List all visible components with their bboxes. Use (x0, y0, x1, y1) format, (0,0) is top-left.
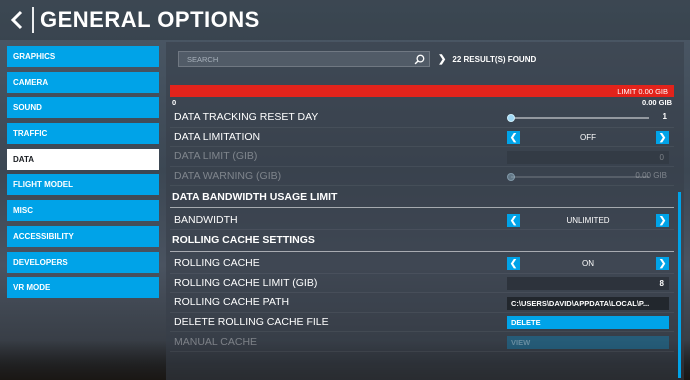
page-title: GENERAL OPTIONS (40, 7, 260, 32)
sidebar-item-data[interactable]: DATA (7, 148, 159, 170)
setting-label: DELETE ROLLING CACHE FILE (174, 316, 329, 329)
back-button[interactable] (6, 9, 28, 31)
selector-value: OFF (580, 133, 596, 143)
setting-row-tracking-reset: DATA TRACKING RESET DAY 1 (170, 108, 674, 128)
setting-row-data-warning: DATA WARNING (GIB) 0.00 GIB (170, 167, 674, 187)
next-option-button[interactable]: ❯ (656, 131, 669, 145)
sidebar-item-traffic[interactable]: TRAFFIC (7, 123, 159, 145)
chevron-right-icon: ❯ (658, 214, 667, 225)
setting-label: ROLLING CACHE LIMIT (GIB) (174, 276, 318, 289)
setting-row-data-limit: DATA LIMIT (GIB) 0 (170, 147, 674, 167)
section-header-rolling-cache: ROLLING CACHE SETTINGS (170, 230, 674, 252)
setting-label: MANUAL CACHE (174, 335, 258, 348)
data-limitation-control: ❮ OFF ❯ (507, 131, 669, 145)
chevron-right-icon: ❯ (658, 132, 667, 143)
settings-list: LIMIT 0.00 GIB 0 0.00 GIB DATA TRACKING … (170, 85, 674, 352)
setting-row-rolling-cache: ROLLING CACHE ❮ ON ❯ (170, 254, 674, 274)
view-manual-cache-button: VIEW (507, 335, 669, 349)
bandwidth-selector: ❮ UNLIMITED ❯ (507, 213, 669, 227)
next-option-button[interactable]: ❯ (656, 213, 669, 227)
chevron-left-icon (10, 10, 23, 30)
sidebar-item-graphics[interactable]: GRAPHICS (7, 46, 159, 67)
delete-cache-control: DELETE (507, 316, 669, 330)
search-icon[interactable] (414, 54, 425, 65)
slider-value: 1 (662, 112, 667, 121)
setting-label: ROLLING CACHE (174, 257, 260, 270)
sidebar-item-flight-model[interactable]: FLIGHT MODEL (7, 174, 159, 196)
sidebar-item-misc[interactable]: MISC (7, 200, 159, 222)
chevron-left-icon: ❮ (509, 258, 518, 269)
setting-row-data-limitation: DATA LIMITATION ❮ OFF ❯ (170, 128, 674, 148)
sidebar-item-camera[interactable]: CAMERA (7, 71, 159, 93)
cache-path-field[interactable]: C:\USERS\DAVID\APPDATA\LOCAL\P... (507, 296, 669, 310)
sidebar-item-developers[interactable]: DEVELOPERS (7, 251, 159, 273)
next-option-button[interactable]: ❯ (656, 257, 669, 271)
chevron-right-icon: ❯ (658, 258, 667, 269)
cache-limit-control: 8 (507, 277, 669, 291)
sidebar-item-vr-mode[interactable]: VR MODE (7, 277, 159, 299)
search-row: ❯ 22 RESULT(S) FOUND (178, 51, 678, 67)
data-limitation-selector: ❮ OFF ❯ (507, 131, 669, 145)
data-warning-control: 0.00 GIB (507, 170, 669, 184)
selector-value: ON (582, 259, 594, 269)
data-usage-bar: LIMIT 0.00 GIB (170, 85, 674, 97)
search-box[interactable] (178, 51, 430, 67)
results-text: 22 RESULT(S) FOUND (452, 54, 537, 64)
section-header-bandwidth: DATA BANDWIDTH USAGE LIMIT (170, 186, 674, 209)
rolling-cache-selector: ❮ ON ❯ (507, 257, 669, 271)
sidebar-item-sound[interactable]: SOUND (7, 97, 159, 119)
usage-scale: 0 0.00 GIB (170, 97, 674, 108)
tracking-reset-control: 1 (507, 111, 669, 125)
slider-track (511, 117, 649, 119)
prev-option-button[interactable]: ❮ (507, 131, 520, 145)
search-input[interactable] (187, 54, 397, 64)
usage-min-label: 0 (172, 98, 177, 107)
bandwidth-control: ❮ UNLIMITED ❯ (507, 213, 669, 227)
setting-row-manual-cache: MANUAL CACHE VIEW (170, 332, 674, 352)
setting-label: DATA WARNING (GIB) (174, 170, 282, 183)
setting-label: DATA TRACKING RESET DAY (174, 111, 319, 124)
data-limit-control: 0 (507, 150, 669, 164)
selector-value: UNLIMITED (566, 215, 610, 225)
cache-limit-field[interactable]: 8 (507, 277, 669, 291)
chevron-left-icon: ❮ (509, 214, 518, 225)
header-divider (32, 7, 34, 33)
rolling-cache-control: ❮ ON ❯ (507, 257, 669, 271)
setting-label: BANDWIDTH (174, 213, 238, 226)
prev-option-button[interactable]: ❮ (507, 257, 520, 271)
sidebar: GRAPHICS CAMERA SOUND TRAFFIC DATA FLIGH… (7, 46, 159, 303)
data-limit-field: 0 (507, 150, 669, 164)
scrollbar[interactable] (678, 192, 681, 378)
delete-cache-button[interactable]: DELETE (507, 316, 669, 330)
setting-label: ROLLING CACHE PATH (174, 296, 290, 309)
manual-cache-control: VIEW (507, 335, 669, 349)
prev-option-button[interactable]: ❮ (507, 213, 520, 227)
slider-knob[interactable] (507, 114, 515, 122)
slider-value: 0.00 GIB (635, 170, 667, 180)
sidebar-item-accessibility[interactable]: ACCESSIBILITY (7, 225, 159, 247)
setting-row-bandwidth: BANDWIDTH ❮ UNLIMITED ❯ (170, 210, 674, 230)
setting-row-cache-limit: ROLLING CACHE LIMIT (GIB) 8 (170, 274, 674, 294)
setting-row-cache-path: ROLLING CACHE PATH C:\USERS\DAVID\APPDAT… (170, 293, 674, 313)
slider-track (511, 175, 649, 178)
header: GENERAL OPTIONS (0, 0, 690, 40)
limit-label: LIMIT 0.00 GIB (617, 86, 668, 96)
setting-row-delete-cache: DELETE ROLLING CACHE FILE DELETE (170, 313, 674, 333)
tracking-reset-slider[interactable] (507, 111, 657, 125)
chevron-left-icon: ❮ (509, 132, 518, 143)
setting-label: DATA LIMIT (GIB) (174, 150, 258, 163)
setting-label: DATA LIMITATION (174, 130, 261, 143)
usage-max-label: 0.00 GIB (641, 98, 672, 107)
results-count: ❯ 22 RESULT(S) FOUND (438, 54, 536, 65)
slider-knob (507, 172, 515, 181)
chevron-right-icon: ❯ (438, 53, 447, 65)
cache-path-control: C:\USERS\DAVID\APPDATA\LOCAL\P... (507, 296, 669, 310)
settings-panel: ❯ 22 RESULT(S) FOUND LIMIT 0.00 GIB 0 0.… (166, 42, 684, 380)
